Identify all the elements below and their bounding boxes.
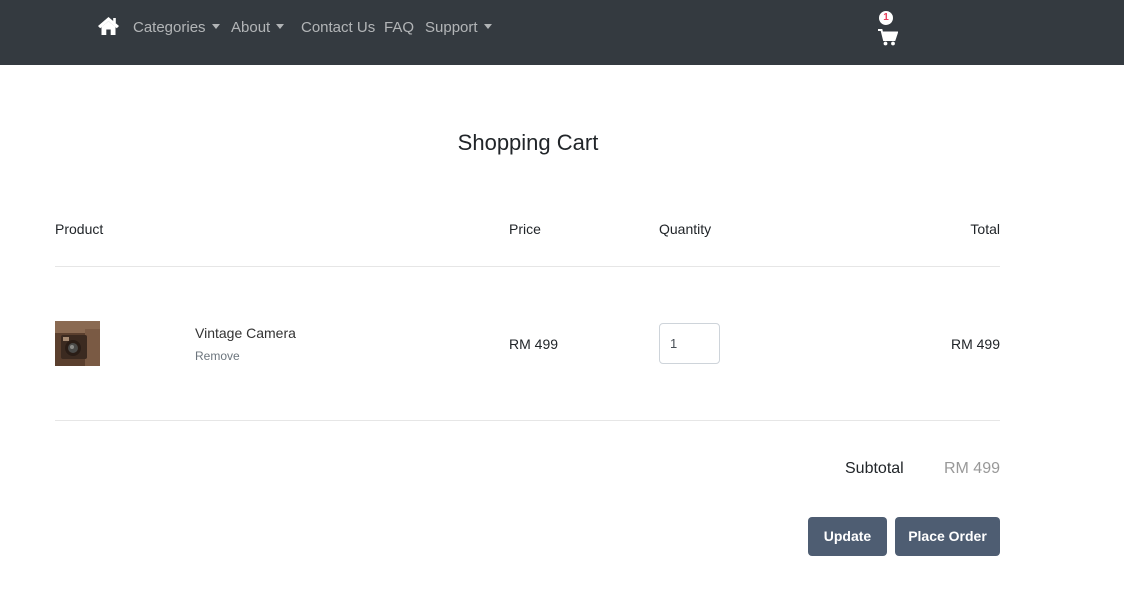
- nav-faq-link[interactable]: FAQ: [384, 19, 414, 37]
- column-header-price: Price: [509, 221, 541, 237]
- cart-count-badge: 1: [879, 11, 893, 25]
- nav-categories-label: Categories: [133, 19, 206, 36]
- caret-down-icon: [211, 24, 220, 29]
- column-header-quantity: Quantity: [659, 221, 712, 237]
- nav-categories-dropdown[interactable]: Categories: [133, 19, 220, 37]
- update-button[interactable]: Update: [808, 517, 887, 556]
- shopping-cart-icon: [878, 29, 899, 46]
- page-title: Shopping Cart: [457, 130, 599, 155]
- product-name[interactable]: Vintage Camera: [195, 325, 296, 341]
- quantity-input[interactable]: [659, 323, 720, 364]
- nav-about-dropdown[interactable]: About: [231, 19, 285, 37]
- nav-support-dropdown[interactable]: Support: [425, 19, 492, 37]
- caret-down-icon: [483, 24, 492, 29]
- nav-about-label: About: [231, 19, 271, 36]
- top-navbar: Categories About Contact Us FAQ Support …: [0, 0, 1124, 65]
- item-total: RM 499: [950, 336, 1000, 352]
- caret-down-icon: [276, 24, 285, 29]
- product-thumbnail[interactable]: [55, 321, 100, 366]
- divider: [55, 266, 1000, 267]
- subtotal-value: RM 499: [943, 460, 1000, 477]
- subtotal-label: Subtotal: [845, 460, 904, 477]
- item-price: RM 499: [509, 336, 559, 352]
- nav-support-label: Support: [425, 19, 478, 36]
- place-order-button[interactable]: Place Order: [895, 517, 1000, 556]
- nav-contact-link[interactable]: Contact Us: [301, 19, 375, 37]
- remove-item-link[interactable]: Remove: [195, 349, 240, 363]
- cart-button[interactable]: 1: [876, 10, 900, 50]
- column-header-total: Total: [970, 221, 1000, 237]
- column-header-product: Product: [55, 221, 104, 237]
- divider: [55, 420, 1000, 421]
- home-icon[interactable]: [97, 16, 120, 36]
